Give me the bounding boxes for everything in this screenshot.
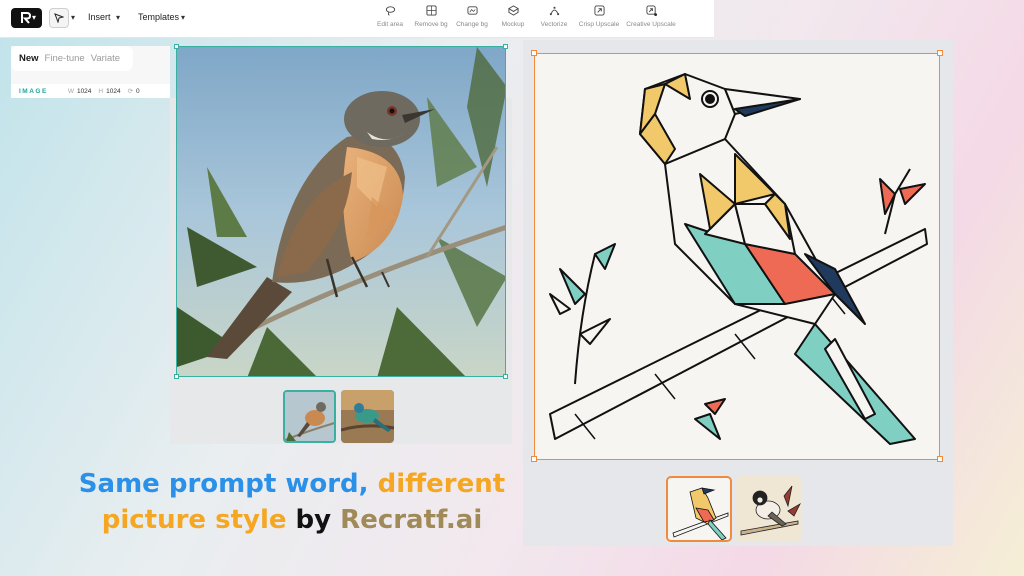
- chevron-down-icon: ▾: [71, 13, 76, 22]
- app-logo-button[interactable]: [11, 8, 42, 28]
- crisp-upscale-tool[interactable]: Crisp Upscale: [569, 5, 629, 33]
- tool-label: Edit area: [376, 21, 404, 28]
- resize-handle[interactable]: [174, 44, 179, 49]
- cursor-icon: [54, 13, 64, 23]
- resize-handle[interactable]: [531, 50, 537, 56]
- select-tool-button[interactable]: [49, 8, 69, 28]
- illustration-variant-thumbnail-2[interactable]: [736, 476, 802, 542]
- chevron-down-icon: ▾: [116, 13, 121, 22]
- thumbnail-bird-graphic: [668, 478, 730, 540]
- rotation-value[interactable]: 0: [136, 88, 140, 95]
- image-label: IMAGE: [19, 87, 48, 95]
- caption-part-4: by: [286, 505, 341, 535]
- image-properties-row: IMAGE W 1024 H 1024 ⟳ 0: [11, 84, 170, 98]
- tab-variate[interactable]: Variate: [91, 53, 120, 64]
- chevron-down-icon: ▾: [32, 13, 37, 22]
- illustration-variant-thumbnail-1[interactable]: [666, 476, 732, 542]
- realistic-bird-image[interactable]: [176, 46, 506, 377]
- resize-handle[interactable]: [174, 374, 179, 379]
- generation-panel: New Fine-tune Variate IMAGE W 1024 H 102…: [11, 46, 170, 98]
- creative-upscale-icon: [645, 5, 657, 16]
- geometric-bird-illustration[interactable]: [534, 53, 940, 460]
- change-bg-icon: [466, 6, 478, 15]
- thumbnail-bird-graphic: [285, 392, 334, 441]
- top-toolbar: ▾ ▾ Insert ▾ Templates ▾ Edit area Remov…: [0, 0, 714, 38]
- photo-variant-thumbnail-1[interactable]: [283, 390, 336, 443]
- tab-new[interactable]: New: [19, 53, 39, 64]
- resize-handle[interactable]: [937, 456, 943, 462]
- photo-variant-thumbnail-2[interactable]: [341, 390, 394, 443]
- creative-upscale-tool[interactable]: Creative Upscale: [621, 5, 681, 33]
- height-key: H: [98, 87, 104, 95]
- caption-part-3: picture style: [101, 505, 287, 535]
- rotation-icon: ⟳: [127, 88, 134, 95]
- resize-handle[interactable]: [937, 50, 943, 56]
- templates-menu[interactable]: Templates: [138, 12, 179, 22]
- tool-label: Creative Upscale: [626, 21, 676, 28]
- remove-bg-icon: [425, 5, 437, 16]
- crisp-upscale-icon: [593, 5, 605, 16]
- tab-fine-tune[interactable]: Fine-tune: [45, 53, 85, 64]
- caption-part-2: different: [377, 469, 506, 499]
- tool-label: Crisp Upscale: [578, 21, 620, 28]
- thumbnail-bird-graphic: [341, 390, 394, 443]
- height-value[interactable]: 1024: [106, 88, 120, 95]
- mode-tabs: New Fine-tune Variate: [11, 46, 133, 71]
- resize-handle[interactable]: [503, 44, 508, 49]
- caption-part-5: Recratf.ai: [340, 505, 483, 535]
- geometric-bird-graphic: [549, 73, 928, 445]
- insert-menu[interactable]: Insert: [88, 12, 111, 22]
- mockup-icon: [507, 5, 519, 16]
- vectorize-icon: [549, 6, 559, 16]
- resize-handle[interactable]: [503, 374, 508, 379]
- width-key: W: [67, 87, 74, 95]
- bird-photo-graphic: [177, 47, 505, 376]
- lasso-icon: [385, 6, 395, 16]
- tool-label: Vectorize: [540, 21, 568, 28]
- tool-label: Mockup: [501, 21, 525, 28]
- chevron-down-icon: ▾: [181, 13, 186, 22]
- width-value[interactable]: 1024: [77, 88, 91, 95]
- promo-caption: Same prompt word, different picture styl…: [0, 466, 584, 538]
- resize-handle[interactable]: [531, 456, 537, 462]
- thumbnail-bird-graphic: [736, 476, 802, 542]
- caption-part-1: Same prompt word,: [78, 469, 378, 499]
